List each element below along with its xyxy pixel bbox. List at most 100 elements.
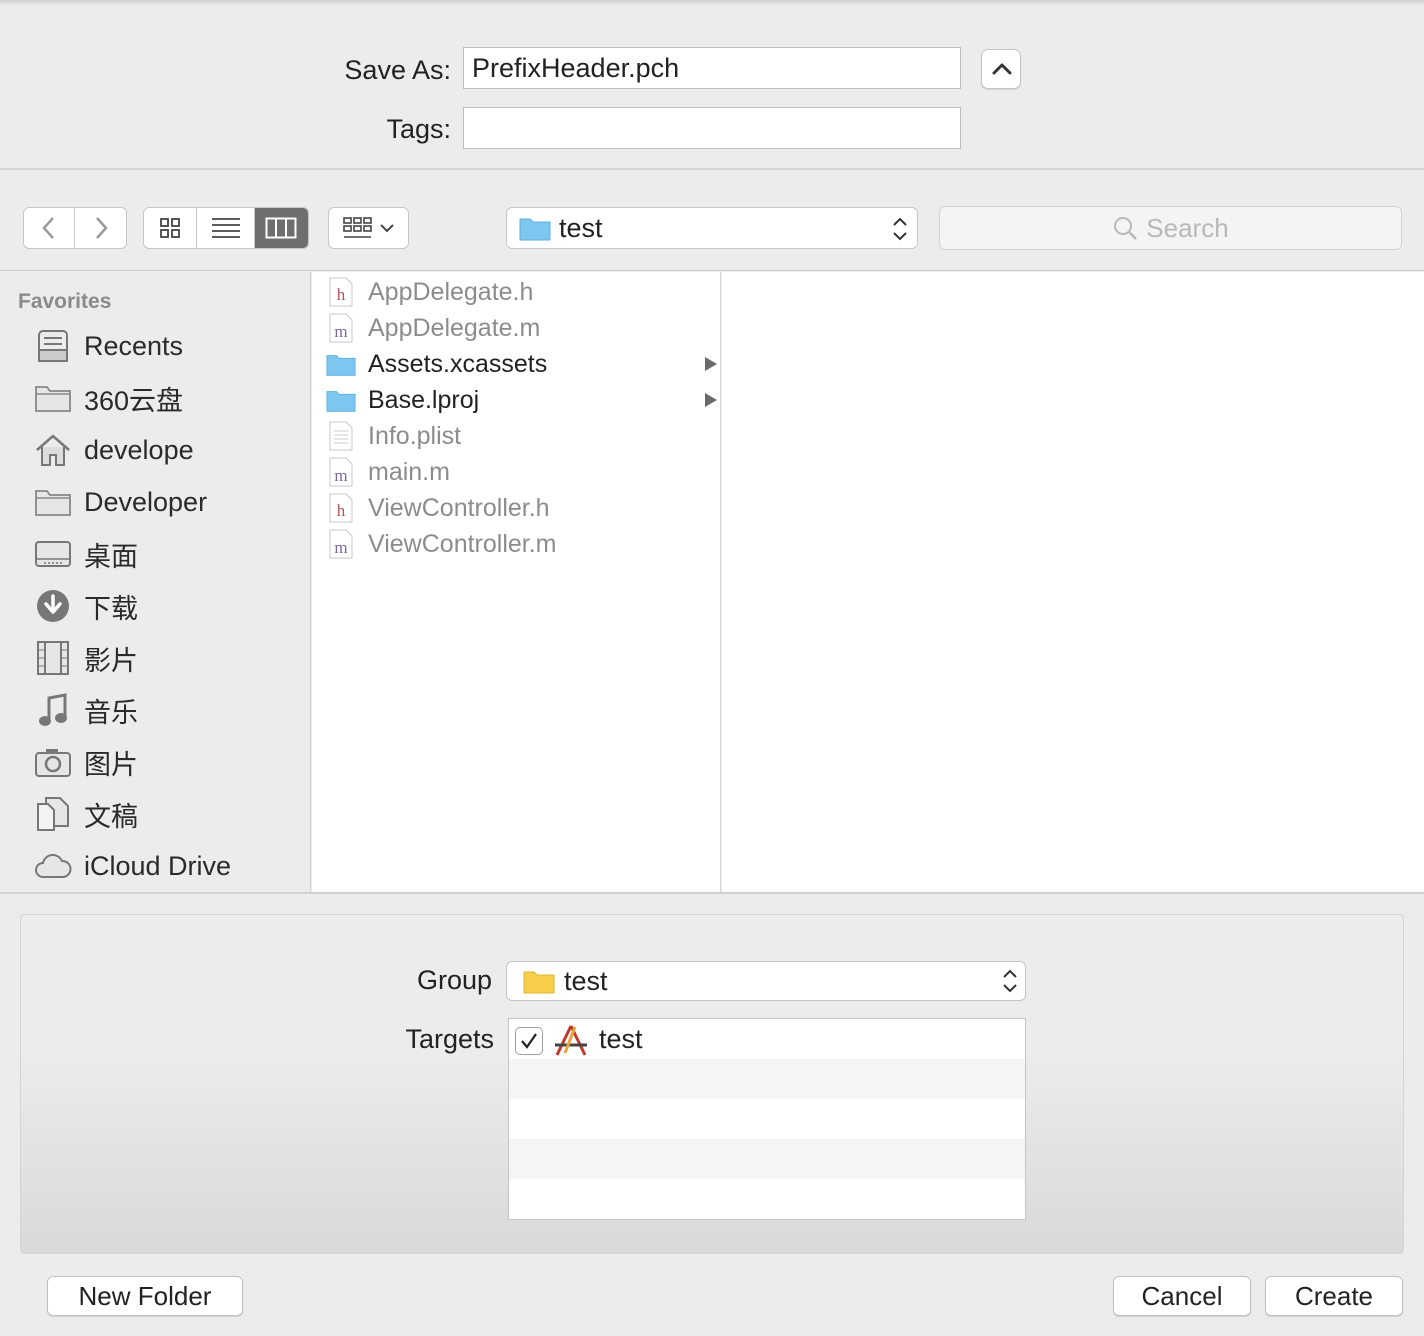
grid-icon (160, 218, 181, 238)
checkmark-icon (521, 1033, 537, 1049)
create-button[interactable]: Create (1265, 1276, 1403, 1316)
svg-text:h: h (337, 285, 346, 304)
file-row[interactable]: m main.m (326, 454, 721, 490)
view-mode-switcher (143, 207, 309, 249)
new-folder-button[interactable]: New Folder (47, 1276, 243, 1316)
arrange-grid-icon (342, 217, 372, 238)
group-popup[interactable]: test (506, 961, 1026, 1001)
chevron-left-icon (42, 217, 54, 239)
tags-label: Tags: (386, 114, 451, 144)
sidebar-item-home[interactable]: develope (34, 428, 194, 472)
sidebar-item-icloud[interactable]: iCloud Drive (34, 844, 231, 888)
folder-icon (326, 384, 356, 416)
column-view-button[interactable] (254, 208, 308, 248)
cancel-button[interactable]: Cancel (1113, 1276, 1251, 1316)
file-row[interactable]: h AppDelegate.h (326, 274, 721, 310)
file-row[interactable]: Base.lproj (326, 382, 721, 418)
header-file-icon: h (326, 276, 356, 308)
file-row[interactable]: m AppDelegate.m (326, 310, 721, 346)
target-row-empty (509, 1179, 1025, 1219)
pictures-icon (34, 743, 72, 781)
search-field[interactable]: Search (939, 206, 1402, 250)
arrange-menu-button[interactable] (328, 207, 409, 249)
file-row[interactable]: m ViewController.m (326, 526, 721, 562)
chevron-up-icon (992, 63, 1012, 75)
updown-arrows-icon (1003, 969, 1017, 993)
accessory-panel: Group test Targets test (20, 914, 1404, 1254)
sidebar-item-documents[interactable]: 文稿 (34, 792, 138, 836)
desktop-icon (34, 535, 72, 573)
sidebar-item-music[interactable]: 音乐 (34, 688, 138, 732)
back-button[interactable] (24, 208, 76, 248)
file-column: h AppDelegate.h m AppDelegate.m Assets.x… (312, 272, 721, 892)
expand-collapse-button[interactable] (981, 49, 1021, 89)
target-name: test (599, 1024, 643, 1054)
sidebar-item-360[interactable]: 360云盘 (34, 376, 183, 420)
browser-toolbar: test Search (0, 171, 1424, 271)
updown-arrows-icon (893, 217, 907, 241)
folder-icon (519, 218, 551, 241)
search-icon (1114, 217, 1138, 240)
empty-column (722, 272, 1424, 892)
list-view-button[interactable] (197, 208, 255, 248)
location-label: test (559, 212, 603, 243)
target-row-empty (509, 1059, 1025, 1099)
recents-icon (34, 327, 72, 365)
implementation-file-icon: m (326, 528, 356, 560)
forward-button[interactable] (75, 208, 126, 248)
favorites-heading: Favorites (18, 290, 112, 313)
target-row-empty (509, 1099, 1025, 1139)
svg-text:m: m (334, 322, 347, 341)
save-as-header: Save As: PrefixHeader.pch Tags: (0, 0, 1424, 170)
target-checkbox[interactable] (515, 1027, 543, 1055)
sidebar-item-developer[interactable]: Developer (34, 480, 207, 524)
folder-icon (34, 379, 72, 417)
save-as-field[interactable]: PrefixHeader.pch (463, 47, 961, 89)
folder-icon (326, 348, 356, 380)
targets-label: Targets (405, 1024, 494, 1054)
group-label: Group (416, 965, 492, 995)
app-target-icon (555, 1025, 587, 1056)
downloads-icon (34, 587, 72, 625)
icon-view-button[interactable] (144, 208, 198, 248)
folder-icon (523, 971, 555, 994)
list-icon (211, 218, 240, 238)
svg-text:h: h (337, 501, 346, 520)
documents-icon (34, 795, 72, 833)
header-file-icon: h (326, 492, 356, 524)
music-icon (34, 691, 72, 729)
file-row[interactable]: Assets.xcassets (326, 346, 721, 382)
cloud-icon (34, 847, 72, 885)
columns-icon (265, 217, 297, 239)
targets-list: test (508, 1018, 1026, 1220)
sidebar-item-desktop[interactable]: 桌面 (34, 532, 138, 576)
implementation-file-icon: m (326, 312, 356, 344)
search-placeholder: Search (1146, 212, 1229, 243)
svg-text:m: m (334, 538, 347, 557)
nav-back-forward (23, 207, 127, 249)
sidebar-item-movies[interactable]: 影片 (34, 636, 138, 680)
target-row[interactable]: test (509, 1019, 1025, 1059)
target-row-empty (509, 1139, 1025, 1179)
home-icon (34, 431, 72, 469)
save-as-label: Save As: (344, 55, 451, 85)
plist-file-icon (326, 420, 356, 452)
tags-field[interactable] (463, 107, 961, 149)
sidebar-item-recents[interactable]: Recents (34, 324, 183, 368)
chevron-right-icon (95, 217, 108, 239)
location-popup[interactable]: test (506, 207, 918, 249)
disclosure-arrow-icon (705, 393, 717, 407)
folder-icon (34, 483, 72, 521)
sidebar-item-downloads[interactable]: 下载 (34, 584, 138, 628)
sidebar-item-pictures[interactable]: 图片 (34, 740, 138, 784)
disclosure-arrow-icon (705, 357, 717, 371)
chevron-down-icon (379, 224, 394, 233)
divider (0, 892, 1424, 894)
movies-icon (34, 639, 72, 677)
implementation-file-icon: m (326, 456, 356, 488)
sidebar: Favorites Recents 360云盘 develope Develop… (0, 272, 311, 892)
file-row[interactable]: h ViewController.h (326, 490, 721, 526)
file-row[interactable]: Info.plist (326, 418, 721, 454)
group-value: test (564, 965, 608, 996)
svg-text:m: m (334, 466, 347, 485)
